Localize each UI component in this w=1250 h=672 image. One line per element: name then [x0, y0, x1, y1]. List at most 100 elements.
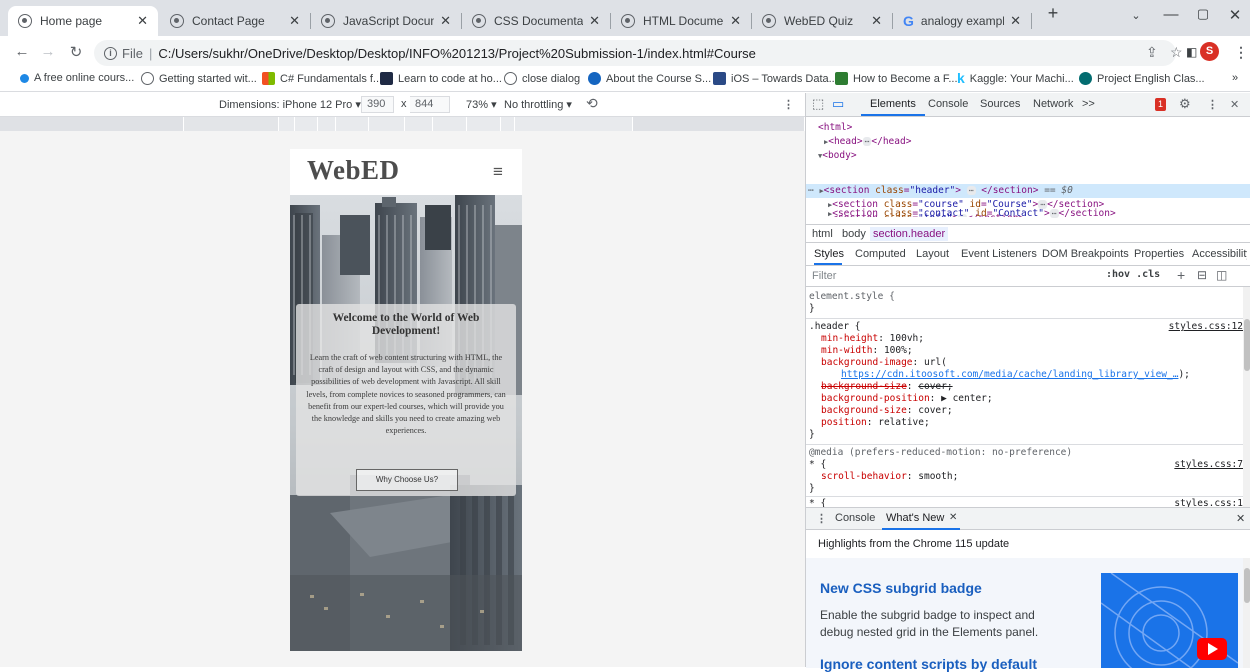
css-property[interactable]: min-height: 100vh; [821, 333, 924, 345]
device-select[interactable]: Dimensions: iPhone 12 Pro ▾ [219, 98, 361, 111]
profile-avatar[interactable]: S [1200, 42, 1219, 61]
height-input[interactable]: 844 [410, 96, 450, 113]
rule-selector[interactable]: .header { [809, 321, 860, 333]
error-count-badge[interactable]: 1 [1155, 98, 1167, 111]
breadcrumb-section-header[interactable]: section.header [870, 227, 949, 241]
source-link[interactable]: styles.css:1 [1174, 498, 1243, 507]
media-query-ruler[interactable] [0, 117, 805, 131]
close-tab-icon[interactable]: ✕ [440, 13, 451, 29]
feature-title-subgrid[interactable]: New CSS subgrid badge [820, 580, 982, 596]
css-property[interactable]: min-width: 100%; [821, 345, 913, 357]
device-options-icon[interactable]: ⋮ [783, 98, 794, 111]
dom-node-html[interactable]: <html> [818, 121, 852, 135]
subtab-accessibility[interactable]: Accessibility [1192, 248, 1247, 260]
rule-selector[interactable]: * { [809, 498, 826, 507]
source-link[interactable]: styles.css:12 [1169, 321, 1243, 332]
bookmark-item[interactable]: Learn to code at ho... [380, 72, 502, 85]
close-tab-icon[interactable]: ✕ [1010, 13, 1021, 29]
dom-node-section-contact[interactable]: ▶<section class="contact" id="Contact"> ⋯… [828, 207, 1116, 221]
close-tab-icon[interactable]: ✕ [137, 13, 148, 29]
back-icon[interactable]: ← [13, 43, 31, 60]
tab-elements[interactable]: Elements [870, 98, 916, 110]
bookmark-item[interactable]: k Kaggle: Your Machi... [957, 71, 1074, 85]
drawer-tab-whats-new[interactable]: What's New [886, 512, 944, 524]
close-drawer-icon[interactable]: ✕ [1236, 512, 1245, 525]
css-property[interactable]: scroll-behavior: smooth; [821, 471, 958, 483]
reload-icon[interactable]: ↻ [67, 43, 85, 61]
rule-selector[interactable]: * { [809, 459, 826, 471]
forward-icon[interactable]: → [39, 43, 57, 60]
device-toolbar-icon[interactable]: ▭ [832, 96, 844, 112]
tab-webed-quiz[interactable]: WebED Quiz ✕ [752, 6, 892, 36]
kebab-menu-icon[interactable]: ⋮ [1234, 44, 1248, 61]
info-icon[interactable]: i [104, 46, 117, 60]
share-icon[interactable]: ⇪ [1146, 44, 1158, 61]
hamburger-menu-icon[interactable]: ≡ [493, 162, 503, 182]
background-image-link[interactable]: https://cdn.itoosoft.com/media/cache/lan… [841, 369, 1178, 380]
new-tab-button[interactable]: + [1041, 3, 1065, 24]
drawer-scrollbar[interactable] [1243, 558, 1250, 668]
tab-javascript-docs[interactable]: JavaScript Documentati ✕ [311, 6, 461, 36]
site-logo[interactable]: WebED [307, 155, 400, 186]
styles-filter-input[interactable]: Filter [812, 270, 836, 282]
subtab-styles[interactable]: Styles [814, 248, 844, 260]
tab-html-docs[interactable]: HTML Documentation ✕ [611, 6, 751, 36]
tab-network[interactable]: Network [1033, 98, 1073, 110]
source-link[interactable]: styles.css:7 [1174, 459, 1243, 470]
rule-selector[interactable]: element.style { [809, 291, 895, 303]
close-tab-icon[interactable]: ✕ [949, 512, 957, 523]
bookmark-item[interactable]: Project English Clas... [1079, 72, 1205, 85]
tab-contact-page[interactable]: Contact Page ✕ [160, 6, 310, 36]
bookmarks-overflow-button[interactable]: » [1232, 72, 1238, 84]
close-devtools-icon[interactable]: ✕ [1230, 98, 1239, 111]
subtab-dom-breakpoints[interactable]: DOM Breakpoints [1042, 248, 1129, 260]
zoom-select[interactable]: 73% ▾ [466, 98, 497, 111]
more-tabs-button[interactable]: >> [1082, 98, 1095, 110]
dom-node-section-header[interactable]: ⋯ ▶<section class="header"> ⋯ </section>… [808, 184, 1073, 198]
throttling-select[interactable]: No throttling ▾ [504, 98, 572, 111]
rotate-icon[interactable]: ⟲ [586, 95, 598, 112]
bookmark-item[interactable]: Getting started wit... [141, 72, 257, 85]
css-property-overridden[interactable]: background-size: cover; [821, 381, 953, 393]
subtab-layout[interactable]: Layout [916, 248, 949, 260]
tab-home-page[interactable]: Home page ✕ [8, 6, 158, 36]
bookmark-item[interactable]: close dialog [504, 72, 580, 85]
subtab-event-listeners[interactable]: Event Listeners [961, 248, 1037, 260]
subtab-properties[interactable]: Properties [1134, 248, 1184, 260]
close-window-icon[interactable]: ✕ [1223, 6, 1247, 24]
media-query[interactable]: @media (prefers-reduced-motion: no-prefe… [809, 447, 1072, 459]
side-panel-icon[interactable]: ◧ [1186, 45, 1197, 59]
breadcrumb-body[interactable]: body [842, 228, 866, 240]
feature-title-content-scripts[interactable]: Ignore content scripts by default [820, 656, 1037, 672]
inspect-element-icon[interactable]: ⬚ [812, 96, 824, 112]
close-tab-icon[interactable]: ✕ [289, 13, 300, 29]
drawer-tab-console[interactable]: Console [835, 512, 875, 524]
why-choose-us-button[interactable]: Why Choose Us? [356, 469, 458, 491]
css-property[interactable]: background-position: ▶ center; [821, 393, 993, 405]
computed-styles-toggle-icon[interactable]: ⊟ [1197, 268, 1207, 282]
sidebar-toggle-icon[interactable]: ◫ [1216, 268, 1227, 282]
settings-gear-icon[interactable]: ⚙ [1179, 96, 1191, 112]
maximize-icon[interactable]: ▢ [1191, 6, 1215, 22]
css-url-value[interactable]: https://cdn.itoosoft.com/media/cache/lan… [841, 369, 1190, 381]
bookmark-item[interactable]: About the Course S... [588, 72, 711, 85]
collapsed-ellipsis-icon[interactable]: ⋯ [966, 186, 976, 195]
bookmark-item[interactable]: How to Become a F... [835, 72, 958, 85]
width-input[interactable]: 390 [361, 96, 394, 113]
bookmark-item[interactable]: A free online cours... [20, 72, 134, 84]
css-property[interactable]: background-image: url( [821, 357, 947, 369]
dom-tree[interactable]: <html> ▶<head> ⋯ </head> ▼<body> ⋯ ▶<secti… [806, 117, 1250, 217]
bookmark-item[interactable]: iOS – Towards Data... [713, 72, 838, 85]
css-property[interactable]: position: relative; [821, 417, 930, 429]
subtab-computed[interactable]: Computed [855, 248, 906, 260]
devtools-menu-icon[interactable]: ⋮ [1207, 98, 1218, 111]
pseudo-state-toggles[interactable]: :hov .cls [1106, 269, 1160, 280]
drawer-menu-icon[interactable]: ⋮ [816, 512, 827, 525]
close-tab-icon[interactable]: ✕ [589, 13, 600, 29]
close-tab-icon[interactable]: ✕ [871, 13, 882, 29]
dom-node-body[interactable]: ▼<body> [818, 149, 857, 163]
address-bar[interactable]: i File | C:/Users/sukhr/OneDrive/Desktop… [94, 40, 1176, 66]
row-menu-icon[interactable]: ⋯ [808, 185, 819, 196]
tab-analogy-examples[interactable]: G analogy examples - G ✕ [893, 6, 1031, 36]
scrollbar-thumb[interactable] [1244, 319, 1250, 371]
